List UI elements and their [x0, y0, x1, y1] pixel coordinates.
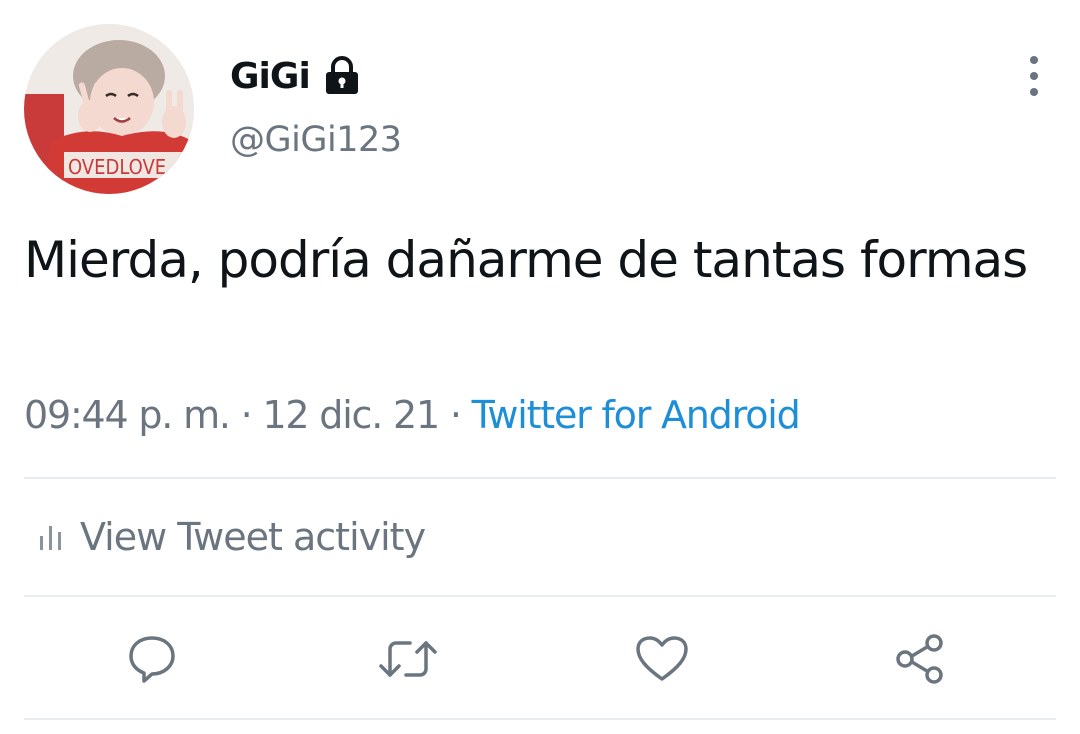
tweet-date[interactable]: 12 dic. 21: [262, 393, 440, 437]
more-options-icon: [1030, 56, 1038, 64]
divider: [24, 477, 1056, 479]
svg-text:OVEDLOVE: OVEDLOVE: [68, 155, 166, 179]
avatar[interactable]: OVEDLOVE: [24, 24, 194, 194]
bar-chart-icon: [40, 526, 61, 550]
author-name-row[interactable]: GiGi: [230, 52, 360, 100]
meta-separator: ·: [449, 393, 462, 437]
share-nodes-icon: [896, 634, 943, 684]
tweet-text: Mierda, podría dañarme de tantas formas: [24, 231, 1028, 289]
tweet-time[interactable]: 09:44 p. m.: [24, 393, 231, 437]
heart-icon: [636, 636, 688, 681]
divider: [24, 595, 1056, 597]
reply-button[interactable]: [122, 630, 182, 688]
view-tweet-activity-button[interactable]: View Tweet activity: [38, 512, 426, 562]
lock-icon: [324, 56, 360, 96]
more-options-dot: [1030, 88, 1038, 96]
retweet-arrows-icon: [379, 641, 437, 677]
tweet-meta: 09:44 p. m. · 12 dic. 21 · Twitter for A…: [24, 393, 801, 437]
tweet-source-link[interactable]: Twitter for Android: [472, 393, 801, 437]
retweet-button[interactable]: [378, 630, 438, 688]
display-name[interactable]: GiGi: [230, 56, 311, 97]
share-button[interactable]: [890, 630, 950, 688]
view-tweet-activity-label: View Tweet activity: [80, 515, 426, 559]
avatar-image: OVEDLOVE: [24, 24, 194, 194]
more-options-button[interactable]: [1014, 56, 1054, 96]
meta-separator: ·: [240, 393, 253, 437]
like-button[interactable]: [632, 630, 692, 688]
more-options-dot: [1030, 72, 1038, 80]
speech-bubble-icon: [129, 636, 175, 683]
author-handle[interactable]: @GiGi123: [230, 120, 402, 160]
divider: [24, 718, 1056, 720]
